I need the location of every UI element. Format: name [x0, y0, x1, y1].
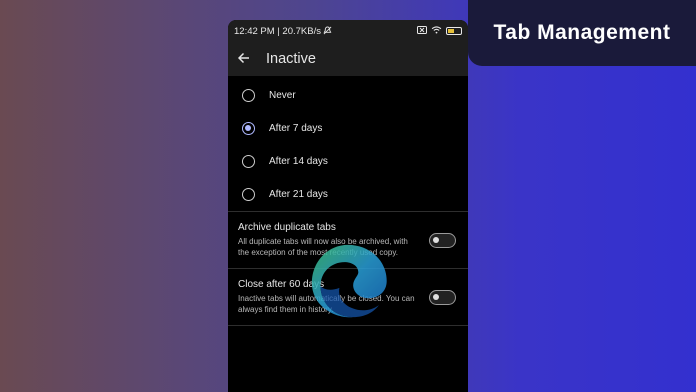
archive-duplicates-toggle[interactable] — [429, 232, 456, 248]
radio-button-selected[interactable] — [242, 122, 255, 135]
radio-button[interactable] — [242, 89, 255, 102]
setting-title: Archive duplicate tabs — [238, 222, 336, 233]
option-label: Never — [269, 90, 296, 101]
divider — [228, 325, 468, 326]
option-label: After 14 days — [269, 156, 328, 167]
edge-logo-watermark — [311, 244, 387, 318]
wifi-icon — [431, 26, 442, 36]
option-after-21-days[interactable]: After 21 days — [228, 178, 468, 211]
option-label: After 21 days — [269, 189, 328, 200]
radio-button[interactable] — [242, 188, 255, 201]
option-after-14-days[interactable]: After 14 days — [228, 145, 468, 178]
page-title: Inactive — [266, 51, 316, 67]
bell-off-icon — [323, 25, 332, 37]
option-after-7-days[interactable]: After 7 days — [228, 112, 468, 145]
arrow-left-icon[interactable] — [237, 51, 266, 68]
banner-title: Tab Management — [493, 21, 671, 44]
option-never[interactable]: Never — [228, 79, 468, 112]
toolbar: Inactive — [228, 42, 468, 76]
sim-icon — [417, 26, 427, 36]
status-bar: 12:42 PM | 20.7KB/s — [228, 20, 468, 42]
battery-icon — [446, 27, 462, 35]
inactive-options: Never After 7 days After 14 days After 2… — [228, 76, 468, 211]
tab-management-banner: Tab Management — [468, 0, 696, 66]
option-label: After 7 days — [269, 123, 323, 134]
status-time: 12:42 PM | 20.7KB/s — [234, 25, 321, 37]
close-after-60-days-toggle[interactable] — [429, 289, 456, 305]
radio-button[interactable] — [242, 155, 255, 168]
phone-screen: 12:42 PM | 20.7KB/s Inactive Never After… — [228, 20, 468, 392]
